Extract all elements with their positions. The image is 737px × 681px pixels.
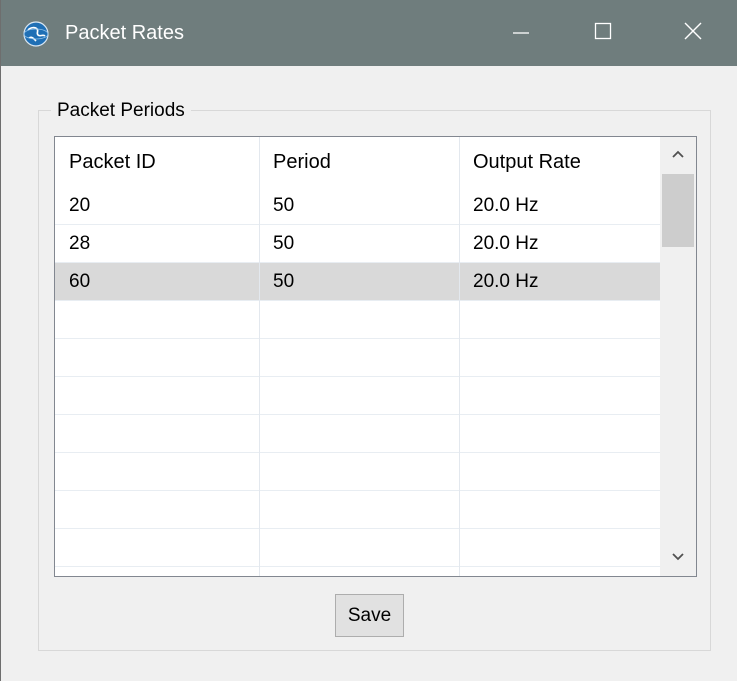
empty-table-row[interactable] [55,491,660,529]
cell-packet-id: 28 [69,233,91,254]
table-row-selected[interactable]: 60 50 20.0 Hz [55,263,660,301]
minimize-button[interactable] [489,0,553,66]
cell-output-rate: 20.0 Hz [473,271,539,292]
cell-output-rate: 20.0 Hz [473,233,539,254]
table-row[interactable]: 20 50 20.0 Hz [55,187,660,225]
cell-packet-id: 20 [69,195,91,216]
column-header-period[interactable]: Period [259,137,459,187]
save-button[interactable]: Save [335,594,404,637]
vertical-scrollbar[interactable] [660,137,696,576]
table-header: Packet ID Period Output Rate [55,137,660,187]
scroll-thumb[interactable] [662,174,694,247]
group-label: Packet Periods [51,98,191,124]
packet-rates-window: Packet Rates Packet Periods Packet ID Pe… [0,0,737,681]
table-grid: Packet ID Period Output Rate 20 50 20.0 … [55,137,660,576]
scroll-up-button[interactable] [660,137,696,173]
scroll-down-button[interactable] [660,540,696,576]
close-button[interactable] [661,0,725,66]
empty-table-row[interactable] [55,377,660,415]
empty-table-row[interactable] [55,415,660,453]
column-header-output-rate[interactable]: Output Rate [459,137,660,187]
empty-table-row[interactable] [55,339,660,377]
title-bar[interactable]: Packet Rates [1,0,737,66]
table-row[interactable]: 28 50 20.0 Hz [55,225,660,263]
cell-period: 50 [273,233,295,254]
maximize-icon [594,22,612,45]
cell-output-rate: 20.0 Hz [473,195,539,216]
packet-table[interactable]: Packet ID Period Output Rate 20 50 20.0 … [54,136,697,577]
cell-packet-id: 60 [69,271,91,292]
cell-period: 50 [273,195,295,216]
column-divider [459,137,460,576]
chevron-down-icon [671,549,685,567]
minimize-icon [512,22,530,45]
column-header-packet-id[interactable]: Packet ID [55,137,259,187]
app-globe-icon [23,21,49,47]
window-title: Packet Rates [65,22,184,44]
empty-table-row[interactable] [55,301,660,339]
maximize-button[interactable] [571,0,635,66]
cell-period: 50 [273,271,295,292]
column-divider [259,137,260,576]
empty-table-row[interactable] [55,529,660,567]
chevron-up-icon [671,146,685,164]
close-icon [683,21,703,46]
empty-table-row[interactable] [55,453,660,491]
